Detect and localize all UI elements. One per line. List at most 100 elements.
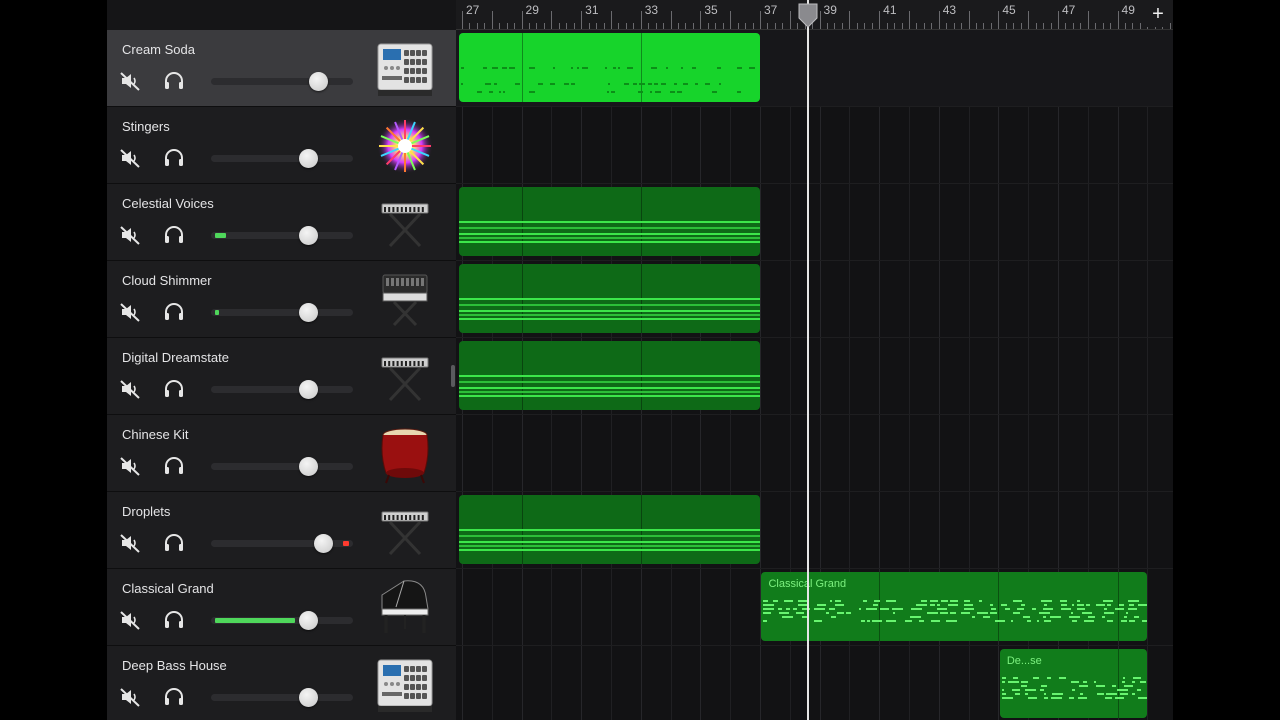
region[interactable] bbox=[458, 33, 760, 102]
region[interactable] bbox=[458, 187, 760, 256]
midi-note bbox=[514, 83, 520, 85]
track-name: Stingers bbox=[122, 119, 170, 134]
mute-button[interactable] bbox=[119, 455, 141, 477]
volume-knob[interactable] bbox=[298, 226, 318, 245]
region[interactable] bbox=[458, 264, 760, 333]
track-header[interactable]: Droplets bbox=[107, 492, 456, 569]
grand-piano-icon[interactable] bbox=[374, 577, 436, 639]
ruler-tick bbox=[558, 23, 560, 29]
keyboard-stand-icon[interactable] bbox=[374, 346, 436, 408]
synth-keyboard-icon[interactable] bbox=[374, 269, 436, 331]
volume-slider[interactable] bbox=[211, 611, 353, 630]
region[interactable] bbox=[458, 341, 760, 410]
solo-button[interactable] bbox=[163, 70, 185, 92]
midi-note bbox=[1105, 693, 1117, 695]
solo-button[interactable] bbox=[163, 686, 185, 708]
midi-note bbox=[1082, 612, 1093, 614]
volume-knob[interactable] bbox=[298, 457, 318, 476]
region[interactable]: Classical Grand bbox=[761, 572, 1148, 641]
volume-slider[interactable] bbox=[211, 72, 353, 91]
region[interactable] bbox=[458, 495, 760, 564]
midi-note bbox=[1013, 600, 1023, 602]
solo-button[interactable] bbox=[163, 455, 185, 477]
mute-button[interactable] bbox=[119, 609, 141, 631]
solo-button[interactable] bbox=[163, 609, 185, 631]
midi-note bbox=[458, 395, 760, 397]
track-header[interactable]: Classical Grand bbox=[107, 569, 456, 646]
ruler-tick bbox=[692, 23, 694, 29]
mute-button[interactable] bbox=[119, 147, 141, 169]
app-window: Cream Soda Stingers Celestial Voices Cloud … bbox=[107, 0, 1173, 720]
volume-slider[interactable] bbox=[211, 303, 353, 322]
drum-machine-icon[interactable] bbox=[374, 38, 436, 100]
volume-knob[interactable] bbox=[298, 149, 318, 168]
midi-note bbox=[1095, 685, 1105, 687]
midi-note bbox=[549, 83, 555, 85]
mute-button[interactable] bbox=[119, 532, 141, 554]
ruler-tick bbox=[1132, 23, 1134, 29]
volume-knob[interactable] bbox=[314, 534, 334, 553]
volume-slider[interactable] bbox=[211, 457, 353, 476]
midi-note bbox=[1024, 689, 1036, 691]
track-header[interactable]: Deep Bass House bbox=[107, 646, 456, 720]
track-lane[interactable] bbox=[456, 415, 1173, 492]
burst-icon[interactable] bbox=[374, 115, 436, 177]
mute-button[interactable] bbox=[119, 224, 141, 246]
volume-slider[interactable] bbox=[211, 226, 353, 245]
midi-note bbox=[1040, 685, 1047, 687]
midi-note bbox=[528, 67, 535, 69]
volume-knob[interactable] bbox=[298, 380, 318, 399]
solo-button[interactable] bbox=[163, 532, 185, 554]
ruler-tick bbox=[856, 23, 858, 29]
mute-button[interactable] bbox=[119, 378, 141, 400]
track-header[interactable]: Digital Dreamstate bbox=[107, 338, 456, 415]
track-header[interactable]: Stingers bbox=[107, 107, 456, 184]
midi-note bbox=[604, 67, 607, 69]
solo-button[interactable] bbox=[163, 301, 185, 323]
midi-note bbox=[736, 91, 741, 93]
playhead-handle[interactable] bbox=[795, 2, 821, 28]
solo-button[interactable] bbox=[163, 224, 185, 246]
volume-knob[interactable] bbox=[298, 303, 318, 322]
midi-note bbox=[1043, 608, 1054, 610]
region-title: De...se bbox=[1006, 655, 1042, 667]
add-section-button[interactable]: + bbox=[1146, 3, 1170, 27]
volume-track bbox=[211, 386, 353, 393]
midi-note bbox=[784, 600, 794, 602]
tracks-area[interactable]: Classical Grand De...se bbox=[456, 30, 1173, 720]
midi-note bbox=[1107, 620, 1114, 622]
ruler-tick bbox=[990, 23, 992, 29]
header-resize-handle[interactable] bbox=[451, 365, 455, 387]
midi-note bbox=[1111, 685, 1116, 687]
track-lane[interactable] bbox=[456, 107, 1173, 184]
ruler-tick bbox=[901, 23, 903, 29]
mute-button[interactable] bbox=[119, 686, 141, 708]
track-header[interactable]: Cloud Shimmer bbox=[107, 261, 456, 338]
volume-knob[interactable] bbox=[308, 72, 328, 91]
solo-button[interactable] bbox=[163, 378, 185, 400]
track-header[interactable]: Chinese Kit bbox=[107, 415, 456, 492]
volume-slider[interactable] bbox=[211, 149, 353, 168]
track-header[interactable]: Celestial Voices bbox=[107, 184, 456, 261]
track-header[interactable]: Cream Soda bbox=[107, 30, 456, 107]
midi-note bbox=[817, 604, 827, 606]
midi-note bbox=[1093, 681, 1096, 683]
midi-note bbox=[669, 91, 675, 93]
volume-knob[interactable] bbox=[298, 688, 318, 707]
solo-button[interactable] bbox=[163, 147, 185, 169]
ruler-tick bbox=[506, 23, 508, 29]
midi-note bbox=[1001, 689, 1004, 691]
mute-button[interactable] bbox=[119, 301, 141, 323]
volume-slider[interactable] bbox=[211, 534, 353, 553]
drum-machine-icon[interactable] bbox=[374, 654, 436, 716]
volume-slider[interactable] bbox=[211, 688, 353, 707]
ruler-tick bbox=[1013, 23, 1015, 29]
volume-knob[interactable] bbox=[298, 611, 318, 630]
region[interactable]: De...se bbox=[999, 649, 1148, 718]
keyboard-stand-icon[interactable] bbox=[374, 500, 436, 562]
chinese-drum-icon[interactable] bbox=[374, 423, 436, 485]
mute-button[interactable] bbox=[119, 70, 141, 92]
volume-slider[interactable] bbox=[211, 380, 353, 399]
ruler-tick bbox=[759, 11, 761, 29]
keyboard-stand-icon[interactable] bbox=[374, 192, 436, 254]
